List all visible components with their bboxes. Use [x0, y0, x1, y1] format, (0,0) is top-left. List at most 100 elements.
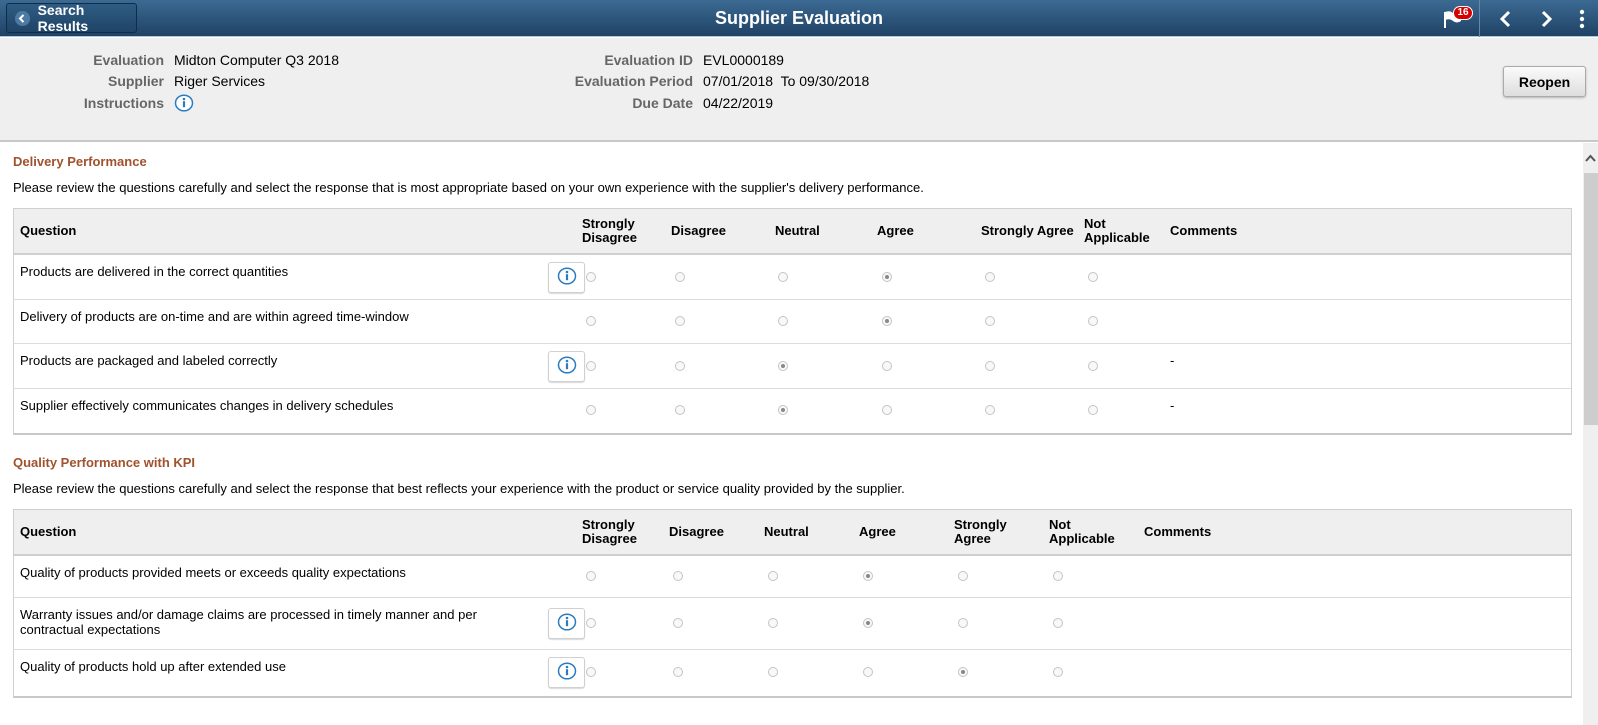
question-row: Warranty issues and/or damage claims are…: [14, 598, 1571, 650]
radio-disagree[interactable]: [673, 618, 683, 628]
grid-header: Question Strongly Disagree Disagree Neutral A…: [14, 209, 1571, 255]
column-header-strongly-disagree-line: Disagree: [582, 531, 637, 546]
radio-disagree[interactable]: [675, 361, 685, 371]
radio-agree[interactable]: [863, 571, 873, 581]
radio-not-applicable[interactable]: [1088, 361, 1098, 371]
scrollbar-thumb[interactable]: [1584, 173, 1598, 425]
column-header-comments: Comments: [1144, 524, 1212, 539]
radio-neutral[interactable]: [778, 405, 788, 415]
radio-disagree[interactable]: [675, 405, 685, 415]
radio-disagree[interactable]: [675, 316, 685, 326]
radio-agree[interactable]: [863, 618, 873, 628]
column-header-strongly-disagree-line: Strongly: [582, 517, 635, 532]
radio-strongly-disagree[interactable]: [586, 272, 596, 282]
search-results-back-button[interactable]: Search Results: [6, 2, 137, 34]
info-icon: [557, 267, 577, 288]
radio-neutral[interactable]: [768, 571, 778, 581]
radio-neutral[interactable]: [768, 667, 778, 677]
section-title: Delivery Performance: [13, 154, 147, 169]
radio-strongly-agree[interactable]: [958, 667, 968, 677]
previous-button[interactable]: [1486, 0, 1526, 37]
radio-strongly-disagree[interactable]: [586, 571, 596, 581]
question-row: Quality of products provided meets or ex…: [14, 556, 1571, 598]
column-header-strongly-disagree: Strongly Disagree: [582, 518, 637, 546]
radio-disagree[interactable]: [675, 272, 685, 282]
radio-strongly-disagree[interactable]: [586, 361, 596, 371]
comment-value: -: [1170, 353, 1175, 368]
question-text: Quality of products hold up after extend…: [20, 659, 286, 674]
question-row: Supplier effectively communicates change…: [14, 389, 1571, 433]
notifications-button[interactable]: 16: [1433, 0, 1473, 37]
vertical-scrollbar[interactable]: [1583, 143, 1598, 725]
column-header-neutral: Neutral: [775, 223, 820, 238]
evaluation-id-field: Evaluation ID EVL0000189: [0, 50, 784, 70]
radio-not-applicable[interactable]: [1053, 571, 1063, 581]
evaluation-period-field: Evaluation Period 07/01/2018 To 09/30/20…: [0, 71, 870, 91]
radio-agree[interactable]: [863, 667, 873, 677]
evaluation-content: Delivery Performance Please review the qu…: [0, 143, 1583, 725]
info-icon: [557, 613, 577, 634]
question-text: Warranty issues and/or damage claims are…: [20, 607, 477, 637]
question-info-button[interactable]: [548, 262, 585, 293]
radio-agree[interactable]: [882, 272, 892, 282]
section-description: Please review the questions carefully an…: [13, 180, 924, 195]
column-header-strongly-disagree: Strongly Disagree: [582, 217, 637, 245]
reopen-button[interactable]: Reopen: [1503, 66, 1586, 97]
radio-not-applicable[interactable]: [1088, 272, 1098, 282]
column-header-not-applicable: Not Applicable: [1049, 518, 1115, 546]
chevron-up-icon: [1585, 154, 1596, 162]
question-text: Supplier effectively communicates change…: [20, 398, 394, 413]
radio-strongly-agree[interactable]: [958, 618, 968, 628]
column-header-not-applicable-line: Not: [1084, 216, 1106, 231]
radio-strongly-agree[interactable]: [985, 405, 995, 415]
next-icon: [1541, 10, 1553, 27]
column-header-strongly-agree-line: Agree: [954, 531, 991, 546]
radio-neutral[interactable]: [768, 618, 778, 628]
radio-strongly-disagree[interactable]: [586, 405, 596, 415]
scroll-up-button[interactable]: [1584, 151, 1597, 165]
column-header-agree: Agree: [877, 223, 914, 238]
column-header-neutral: Neutral: [764, 524, 809, 539]
radio-strongly-disagree[interactable]: [586, 667, 596, 677]
radio-not-applicable[interactable]: [1053, 667, 1063, 677]
evaluation-header: Evaluation Midton Computer Q3 2018 Suppl…: [0, 38, 1598, 142]
top-banner: Search Results Supplier Evaluation 16: [0, 0, 1598, 37]
radio-not-applicable[interactable]: [1088, 316, 1098, 326]
column-header-not-applicable-line: Not: [1049, 517, 1071, 532]
column-header-not-applicable: Not Applicable: [1084, 217, 1150, 245]
radio-not-applicable[interactable]: [1053, 618, 1063, 628]
column-header-strongly-agree: Strongly Agree: [981, 223, 1074, 238]
section-description: Please review the questions carefully an…: [13, 481, 905, 496]
question-info-button[interactable]: [548, 657, 585, 688]
due-date-label: Due Date: [632, 95, 693, 111]
question-row: Delivery of products are on-time and are…: [14, 300, 1571, 344]
column-header-strongly-agree-line: Strongly: [954, 517, 1007, 532]
evaluation-period-value: 07/01/2018 To 09/30/2018: [703, 73, 870, 89]
radio-agree[interactable]: [882, 316, 892, 326]
question-row: Products are packaged and labeled correc…: [14, 344, 1571, 389]
actions-menu-button[interactable]: [1566, 0, 1598, 37]
radio-neutral[interactable]: [778, 272, 788, 282]
question-info-button[interactable]: [548, 351, 585, 382]
radio-strongly-agree[interactable]: [985, 361, 995, 371]
radio-strongly-agree[interactable]: [985, 316, 995, 326]
radio-agree[interactable]: [882, 405, 892, 415]
comment-value: -: [1170, 398, 1175, 413]
radio-strongly-disagree[interactable]: [586, 316, 596, 326]
column-header-not-applicable-line: Applicable: [1049, 531, 1115, 546]
radio-strongly-agree[interactable]: [985, 272, 995, 282]
radio-agree[interactable]: [882, 361, 892, 371]
back-button-label: Search Results: [37, 2, 89, 34]
radio-disagree[interactable]: [673, 571, 683, 581]
radio-strongly-disagree[interactable]: [586, 618, 596, 628]
next-button[interactable]: [1526, 0, 1566, 37]
radio-neutral[interactable]: [778, 361, 788, 371]
column-header-strongly-disagree-line: Disagree: [582, 230, 637, 245]
question-info-button[interactable]: [548, 608, 585, 639]
radio-neutral[interactable]: [778, 316, 788, 326]
question-text: Quality of products provided meets or ex…: [20, 565, 406, 580]
radio-not-applicable[interactable]: [1088, 405, 1098, 415]
radio-strongly-agree[interactable]: [958, 571, 968, 581]
column-header-strongly-disagree-line: Strongly: [582, 216, 635, 231]
radio-disagree[interactable]: [673, 667, 683, 677]
